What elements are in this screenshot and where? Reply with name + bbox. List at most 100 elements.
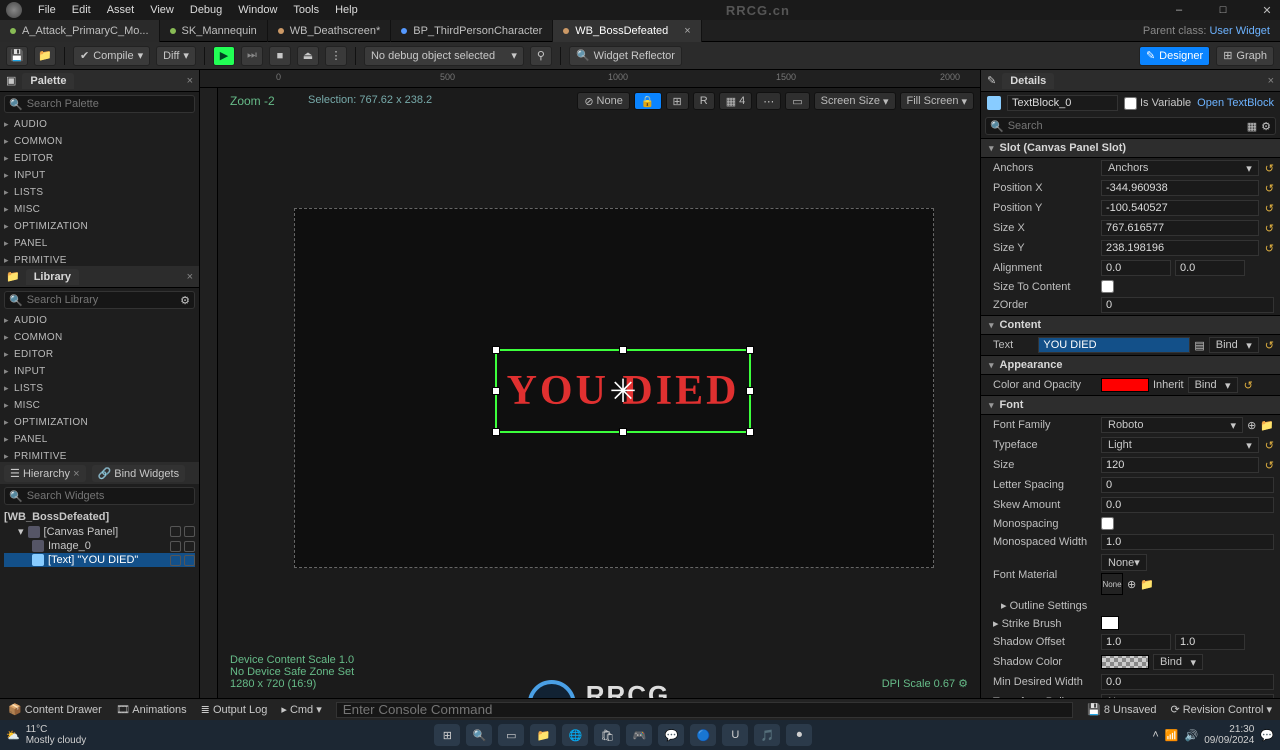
play-options-button[interactable]: ⋮	[325, 46, 347, 66]
use-icon[interactable]: 📁	[1260, 419, 1274, 432]
text-widget-selection[interactable]: YOU DIED ✳	[495, 349, 751, 433]
taskview-icon[interactable]: ▭	[498, 724, 524, 746]
widget-reflector-button[interactable]: 🔍Widget Reflector	[569, 46, 682, 66]
alignment-y-field[interactable]	[1175, 260, 1245, 276]
details-close-icon[interactable]: ×	[1268, 75, 1274, 87]
discord-icon[interactable]: 💬	[658, 724, 684, 746]
section-font[interactable]: Font	[981, 395, 1280, 415]
find-button[interactable]: ⚲	[530, 46, 552, 66]
color-bind-combo[interactable]: Bind▾	[1188, 377, 1238, 393]
debug-object-combo[interactable]: No debug object selected▾	[364, 46, 524, 66]
eject-button[interactable]: ⏏	[297, 46, 319, 66]
viewport[interactable]: 0 500 1000 1500 2000 Zoom -2 Selection: …	[200, 70, 980, 698]
palette-search[interactable]: 🔍	[4, 95, 195, 113]
reset-icon[interactable]: ↺	[1265, 339, 1274, 352]
details-search-input[interactable]	[1008, 120, 1243, 132]
text-value-field[interactable]	[1038, 337, 1190, 353]
resp-icon[interactable]: R	[693, 92, 715, 110]
grid-toggle[interactable]: ▦ 4	[719, 92, 753, 110]
gear-icon[interactable]: ⚙	[1261, 120, 1271, 133]
menu-asset[interactable]: Asset	[107, 4, 135, 16]
font-family-combo[interactable]: Roboto▾	[1101, 417, 1243, 433]
wifi-icon[interactable]: 📶	[1165, 729, 1179, 742]
hierarchy-tree[interactable]: [WB_BossDefeated] ▾[Canvas Panel] Image_…	[0, 508, 199, 569]
obs-icon[interactable]: ⏺	[786, 724, 812, 746]
browse-icon[interactable]: ⊕	[1247, 419, 1256, 432]
open-textblock-link[interactable]: Open TextBlock	[1197, 97, 1274, 109]
transform-policy-combo[interactable]: None▾	[1101, 694, 1274, 698]
strike-brush-swatch[interactable]	[1101, 616, 1119, 630]
tab-mannequin[interactable]: SK_Mannequin	[160, 20, 268, 42]
size-to-content-checkbox[interactable]	[1101, 280, 1114, 293]
min-desired-width-field[interactable]	[1101, 674, 1274, 690]
diff-button[interactable]: Diff▾	[156, 46, 196, 66]
tab-attack[interactable]: A_Attack_PrimaryC_Mo...	[0, 20, 160, 42]
tree-image[interactable]: Image_0	[4, 539, 195, 553]
canvas-panel-frame[interactable]: YOU DIED ✳	[294, 208, 934, 568]
localize-icon[interactable]: ▤	[1194, 339, 1204, 352]
menu-edit[interactable]: Edit	[72, 4, 91, 16]
section-slot[interactable]: Slot (Canvas Panel Slot)	[981, 138, 1280, 158]
lock-icon[interactable]: 🔒	[634, 92, 662, 110]
snap-icon[interactable]: ⋯	[756, 92, 781, 110]
font-size-field[interactable]	[1101, 457, 1259, 473]
details-search[interactable]: 🔍 ▦ ⚙	[985, 117, 1276, 135]
content-drawer-button[interactable]: 📦 Content Drawer	[8, 703, 102, 716]
section-appearance[interactable]: Appearance	[981, 355, 1280, 375]
maximize-icon[interactable]: □	[1216, 4, 1230, 16]
letter-spacing-field[interactable]	[1101, 477, 1274, 493]
use-icon[interactable]: 📁	[1140, 578, 1154, 591]
monospaced-width-field[interactable]	[1101, 534, 1274, 550]
browse-button[interactable]: 📁	[34, 46, 56, 66]
skew-field[interactable]	[1101, 497, 1274, 513]
spotify-icon[interactable]: 🎵	[754, 724, 780, 746]
menu-view[interactable]: View	[150, 4, 174, 16]
reset-icon[interactable]: ↺	[1265, 439, 1274, 452]
tree-root[interactable]: [WB_BossDefeated]	[4, 510, 195, 524]
tree-text-youdied[interactable]: [Text] "YOU DIED"	[4, 553, 195, 567]
graph-mode-button[interactable]: ⊞Graph	[1216, 46, 1274, 66]
library-close-icon[interactable]: ×	[187, 271, 193, 283]
console-input[interactable]	[336, 702, 1073, 718]
store-icon[interactable]: 🛍	[594, 724, 620, 746]
reset-icon[interactable]: ↺	[1265, 459, 1274, 472]
object-name-field[interactable]	[1007, 95, 1118, 111]
start-button[interactable]: ⊞	[434, 724, 460, 746]
position-x-field[interactable]	[1101, 180, 1259, 196]
menu-file[interactable]: File	[38, 4, 56, 16]
library-search-input[interactable]	[27, 294, 176, 306]
save-button[interactable]: 💾	[6, 46, 28, 66]
edge-icon[interactable]: 🌐	[562, 724, 588, 746]
size-y-field[interactable]	[1101, 240, 1259, 256]
hierarchy-search-input[interactable]	[27, 490, 190, 502]
tree-canvas-panel[interactable]: ▾[Canvas Panel]	[4, 524, 195, 539]
designer-mode-button[interactable]: ✎Designer	[1139, 46, 1210, 66]
screen-size-combo[interactable]: Screen Size ▾	[814, 92, 896, 110]
reset-icon[interactable]: ↺	[1244, 379, 1253, 392]
reset-icon[interactable]: ↺	[1265, 242, 1274, 255]
position-y-field[interactable]	[1101, 200, 1259, 216]
shadow-color-swatch[interactable]	[1101, 655, 1149, 669]
zorder-field[interactable]	[1101, 297, 1274, 313]
reset-icon[interactable]: ↺	[1265, 182, 1274, 195]
library-categories[interactable]: AUDIO COMMON EDITOR INPUT LISTS MISC OPT…	[0, 312, 199, 462]
shadow-offset-y[interactable]	[1175, 634, 1245, 650]
font-material-thumb[interactable]: None	[1101, 573, 1123, 595]
text-bind-combo[interactable]: Bind▾	[1209, 337, 1259, 353]
reset-icon[interactable]: ↺	[1265, 202, 1274, 215]
grid-icon[interactable]: ▦	[1247, 120, 1257, 133]
tab-close-icon[interactable]: ×	[684, 25, 690, 37]
clock[interactable]: 21:3009/09/2024	[1204, 724, 1254, 746]
reset-icon[interactable]: ↺	[1265, 162, 1274, 175]
tab-bossdefeated[interactable]: WB_BossDefeated×	[553, 20, 701, 42]
play-skip-button[interactable]: ⏭	[241, 46, 263, 66]
tray-chevron-icon[interactable]: ˄	[1152, 729, 1158, 741]
palette-search-input[interactable]	[27, 98, 190, 110]
size-x-field[interactable]	[1101, 220, 1259, 236]
play-button[interactable]: ▶	[213, 46, 235, 66]
menu-help[interactable]: Help	[335, 4, 358, 16]
weather-widget[interactable]: 11°CMostly cloudy	[26, 724, 87, 746]
unreal-icon[interactable]: U	[722, 724, 748, 746]
outline-icon[interactable]: ▭	[785, 92, 809, 110]
minimize-icon[interactable]: –	[1172, 4, 1186, 16]
